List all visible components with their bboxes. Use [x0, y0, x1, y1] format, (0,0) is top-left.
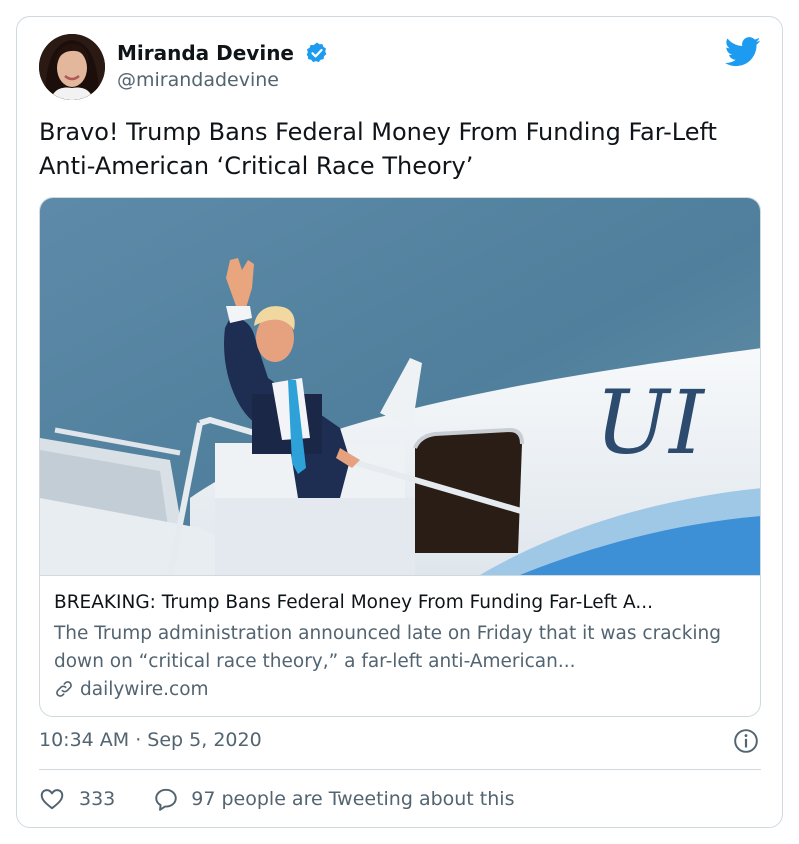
display-name[interactable]: Miranda Devine [117, 41, 294, 65]
verified-badge-icon [306, 42, 327, 63]
speech-bubble-icon [155, 788, 177, 811]
like-count: 333 [79, 788, 116, 810]
article-image[interactable]: UI [40, 198, 761, 575]
info-icon[interactable] [733, 728, 759, 754]
conversation-link[interactable]: 97 people are Tweeting about this [153, 786, 514, 812]
link-card-description: The Trump administration announced late … [54, 623, 722, 672]
tweet-text: Bravo! Trump Bans Federal Money From Fun… [39, 118, 717, 180]
plane-lettering: UI [595, 371, 706, 474]
twitter-bird-icon[interactable] [725, 37, 761, 67]
link-card-title[interactable]: BREAKING: Trump Bans Federal Money From … [54, 592, 653, 613]
tweet-card[interactable]: Miranda Devine @mirandadevine Bravo! Tru… [16, 16, 783, 828]
engagement-bar: 333 97 people are Tweeting about this [39, 785, 514, 813]
like-button[interactable]: 333 [39, 786, 115, 812]
tweet-timestamp[interactable]: 10:34 AM · Sep 5, 2020 [39, 729, 262, 751]
divider [39, 769, 761, 770]
user-handle[interactable]: @mirandadevine [117, 69, 279, 91]
avatar-photo [39, 34, 105, 100]
link-icon [56, 681, 72, 697]
link-preview-card[interactable]: UI BREAKING: Trump Bans Federal Money Fr… [39, 197, 761, 717]
link-card-meta[interactable]: BREAKING: Trump Bans Federal Money From … [40, 575, 760, 716]
avatar[interactable] [39, 34, 105, 100]
link-card-domain[interactable]: dailywire.com [80, 679, 209, 700]
tweeting-about-label: 97 people are Tweeting about this [191, 788, 515, 810]
link-card-domain-row[interactable]: dailywire.com [54, 676, 209, 702]
heart-icon [40, 789, 64, 810]
